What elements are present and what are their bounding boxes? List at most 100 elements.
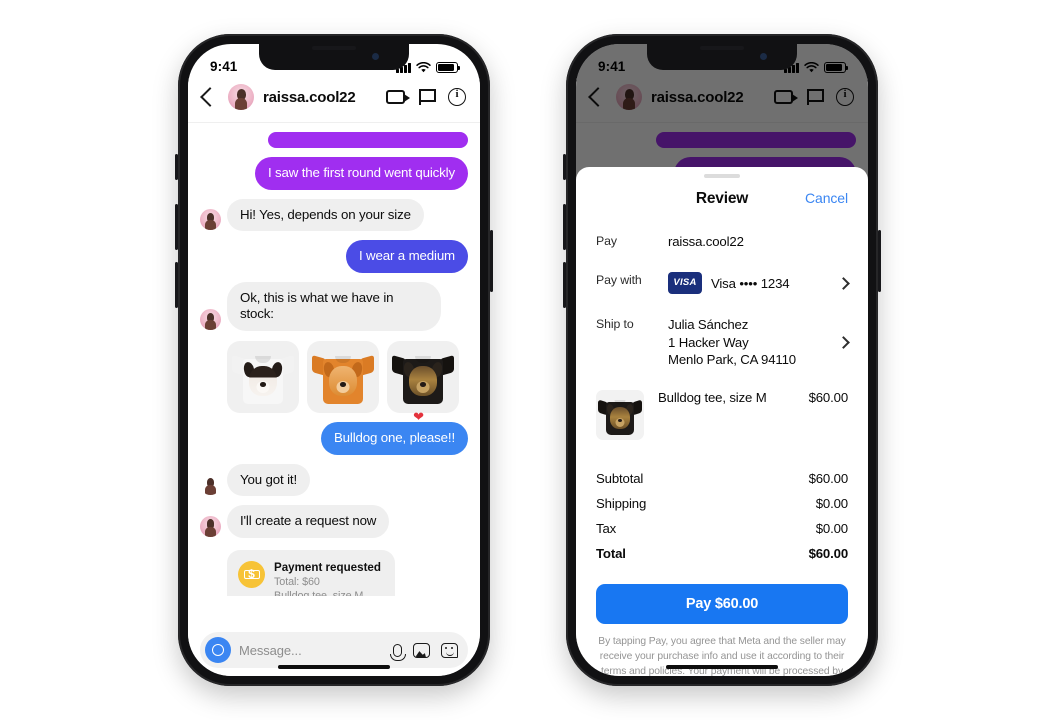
avatar[interactable] [200, 515, 221, 537]
home-indicator[interactable] [278, 664, 390, 669]
left-phone-screen: 9:41 raissa.cool22 i I saw the first rou… [188, 44, 480, 676]
visa-icon: VISA [668, 272, 702, 295]
address-line: Menlo Park, CA 94110 [668, 352, 796, 368]
mute-switch[interactable] [175, 154, 178, 180]
card-number: Visa •••• 1234 [711, 275, 790, 291]
legal-disclaimer: By tapping Pay, you agree that Meta and … [596, 635, 848, 676]
right-phone-screen: 9:41 raissa.cool22 [576, 44, 868, 676]
avatar[interactable] [200, 209, 221, 231]
message-bubble[interactable]: Hi! Yes, depends on your size [227, 198, 424, 232]
product-thumbnail-black-bulldog-tee[interactable] [387, 341, 459, 414]
tshirt-icon [232, 352, 294, 405]
camera-icon[interactable] [205, 637, 231, 663]
legal-text: By tapping Pay, you agree that Meta and … [598, 635, 846, 676]
front-camera-icon [372, 53, 379, 60]
video-camera-icon[interactable] [386, 90, 410, 104]
totals-label: Total [596, 545, 626, 561]
battery-icon [436, 62, 460, 73]
chat-header: raissa.cool22 [188, 78, 480, 123]
message-bubble[interactable]: I saw the first round went quickly [254, 157, 468, 190]
totals-row-shipping: Shipping $0.00 [596, 491, 848, 516]
message-bubble-clipped[interactable] [268, 132, 468, 148]
message-bubble[interactable]: I'll create a request now [227, 505, 390, 538]
flag-icon[interactable] [419, 89, 436, 105]
microphone-icon[interactable] [389, 643, 406, 661]
cancel-button[interactable]: Cancel [805, 190, 848, 206]
front-camera-icon [760, 53, 767, 60]
screenshot-canvas: 9:41 raissa.cool22 i I saw the first rou… [0, 0, 1060, 720]
dollar-coin-icon [238, 560, 265, 588]
payment-request-total: Total: $60 [274, 575, 320, 588]
product-thumbnail-strip: ❤ [227, 341, 468, 423]
power-button[interactable] [878, 230, 881, 292]
message-bubble[interactable]: I wear a medium [345, 240, 468, 273]
message-bubble[interactable]: Bulldog one, please!! [320, 422, 468, 455]
ship-to-label: Ship to [596, 317, 634, 332]
line-item-thumbnail[interactable] [596, 389, 644, 440]
avatar[interactable] [228, 84, 254, 110]
wifi-icon [804, 62, 819, 73]
totals-row-tax: Tax $0.00 [596, 516, 848, 541]
heart-reaction[interactable]: ❤ [413, 410, 424, 423]
totals-row-subtotal: Subtotal $60.00 [596, 466, 848, 491]
power-button[interactable] [490, 230, 493, 292]
payment-request-item: Bulldog tee, size M [274, 589, 364, 596]
tshirt-icon [392, 352, 454, 405]
review-sheet: Review Cancel Pay raissa.cool22 Pay with… [576, 167, 868, 676]
sheet-title: Review [695, 190, 749, 207]
chevron-right-icon[interactable] [837, 336, 850, 349]
mute-switch[interactable] [563, 154, 566, 180]
totals-label: Subtotal [596, 470, 644, 486]
home-indicator[interactable] [666, 664, 778, 669]
totals-value: $0.00 [815, 495, 848, 511]
message-row: I wear a medium [200, 240, 468, 273]
order-totals: Subtotal $60.00 Shipping $0.00 Tax $0.00… [596, 466, 848, 566]
chevron-right-icon[interactable] [837, 277, 850, 290]
pay-button[interactable]: Pay $60.00 [596, 583, 848, 624]
product-thumbnail-orange-retriever-tee[interactable] [307, 341, 379, 414]
message-row: I saw the first round went quickly [200, 157, 468, 190]
wifi-icon [416, 62, 431, 73]
right-phone-frame: 9:41 raissa.cool22 [563, 34, 881, 686]
sticker-icon[interactable] [441, 642, 458, 658]
ship-to-row[interactable]: Ship to Julia Sánchez 1 Hacker Way Menlo… [596, 305, 850, 379]
payment-request-card[interactable]: Payment requested Total: $60 Bulldog tee… [227, 549, 395, 596]
status-icons [396, 62, 460, 78]
message-input[interactable]: Message... [239, 643, 385, 658]
back-chevron-icon[interactable] [200, 87, 220, 107]
volume-down-button[interactable] [175, 262, 178, 308]
totals-value: $0.00 [815, 520, 848, 536]
totals-row-total: Total $60.00 [596, 541, 848, 566]
payment-request-text: Payment requested Total: $60 Bulldog tee… [274, 561, 381, 596]
battery-icon [824, 62, 848, 73]
info-circle-icon[interactable] [448, 88, 466, 106]
product-thumbnail-white-collie-tee[interactable] [227, 341, 299, 414]
volume-up-button[interactable] [563, 204, 566, 250]
notch [647, 44, 797, 70]
photo-icon[interactable] [413, 642, 430, 658]
line-item-price: $60.00 [808, 389, 849, 405]
line-item-name: Bulldog tee, size M [658, 389, 767, 405]
tshirt-icon [312, 352, 374, 405]
message-list[interactable]: I saw the first round went quickly Hi! Y… [188, 123, 480, 596]
notch [259, 44, 409, 70]
status-icons [784, 62, 848, 78]
volume-up-button[interactable] [175, 204, 178, 250]
page-title[interactable]: raissa.cool22 [263, 89, 377, 106]
avatar[interactable] [200, 309, 221, 331]
message-row: I'll create a request now [200, 505, 468, 538]
message-bubble[interactable]: Ok, this is what we have in stock: [227, 281, 441, 332]
address-line: Julia Sánchez [668, 317, 749, 333]
message-row: Hi! Yes, depends on your size [200, 198, 468, 232]
composer-actions [389, 642, 458, 661]
message-row: Bulldog one, please!! [200, 422, 468, 455]
address-line: 1 Hacker Way [668, 334, 749, 350]
message-row [200, 132, 468, 148]
message-row: Ok, this is what we have in stock: [200, 281, 468, 332]
avatar-spacer [200, 474, 221, 496]
totals-value: $60.00 [808, 470, 849, 486]
volume-down-button[interactable] [563, 262, 566, 308]
message-bubble[interactable]: You got it! [227, 463, 311, 497]
message-row: You got it! [200, 463, 468, 497]
pay-with-row[interactable]: Pay with VISA Visa •••• 1234 [596, 261, 850, 305]
